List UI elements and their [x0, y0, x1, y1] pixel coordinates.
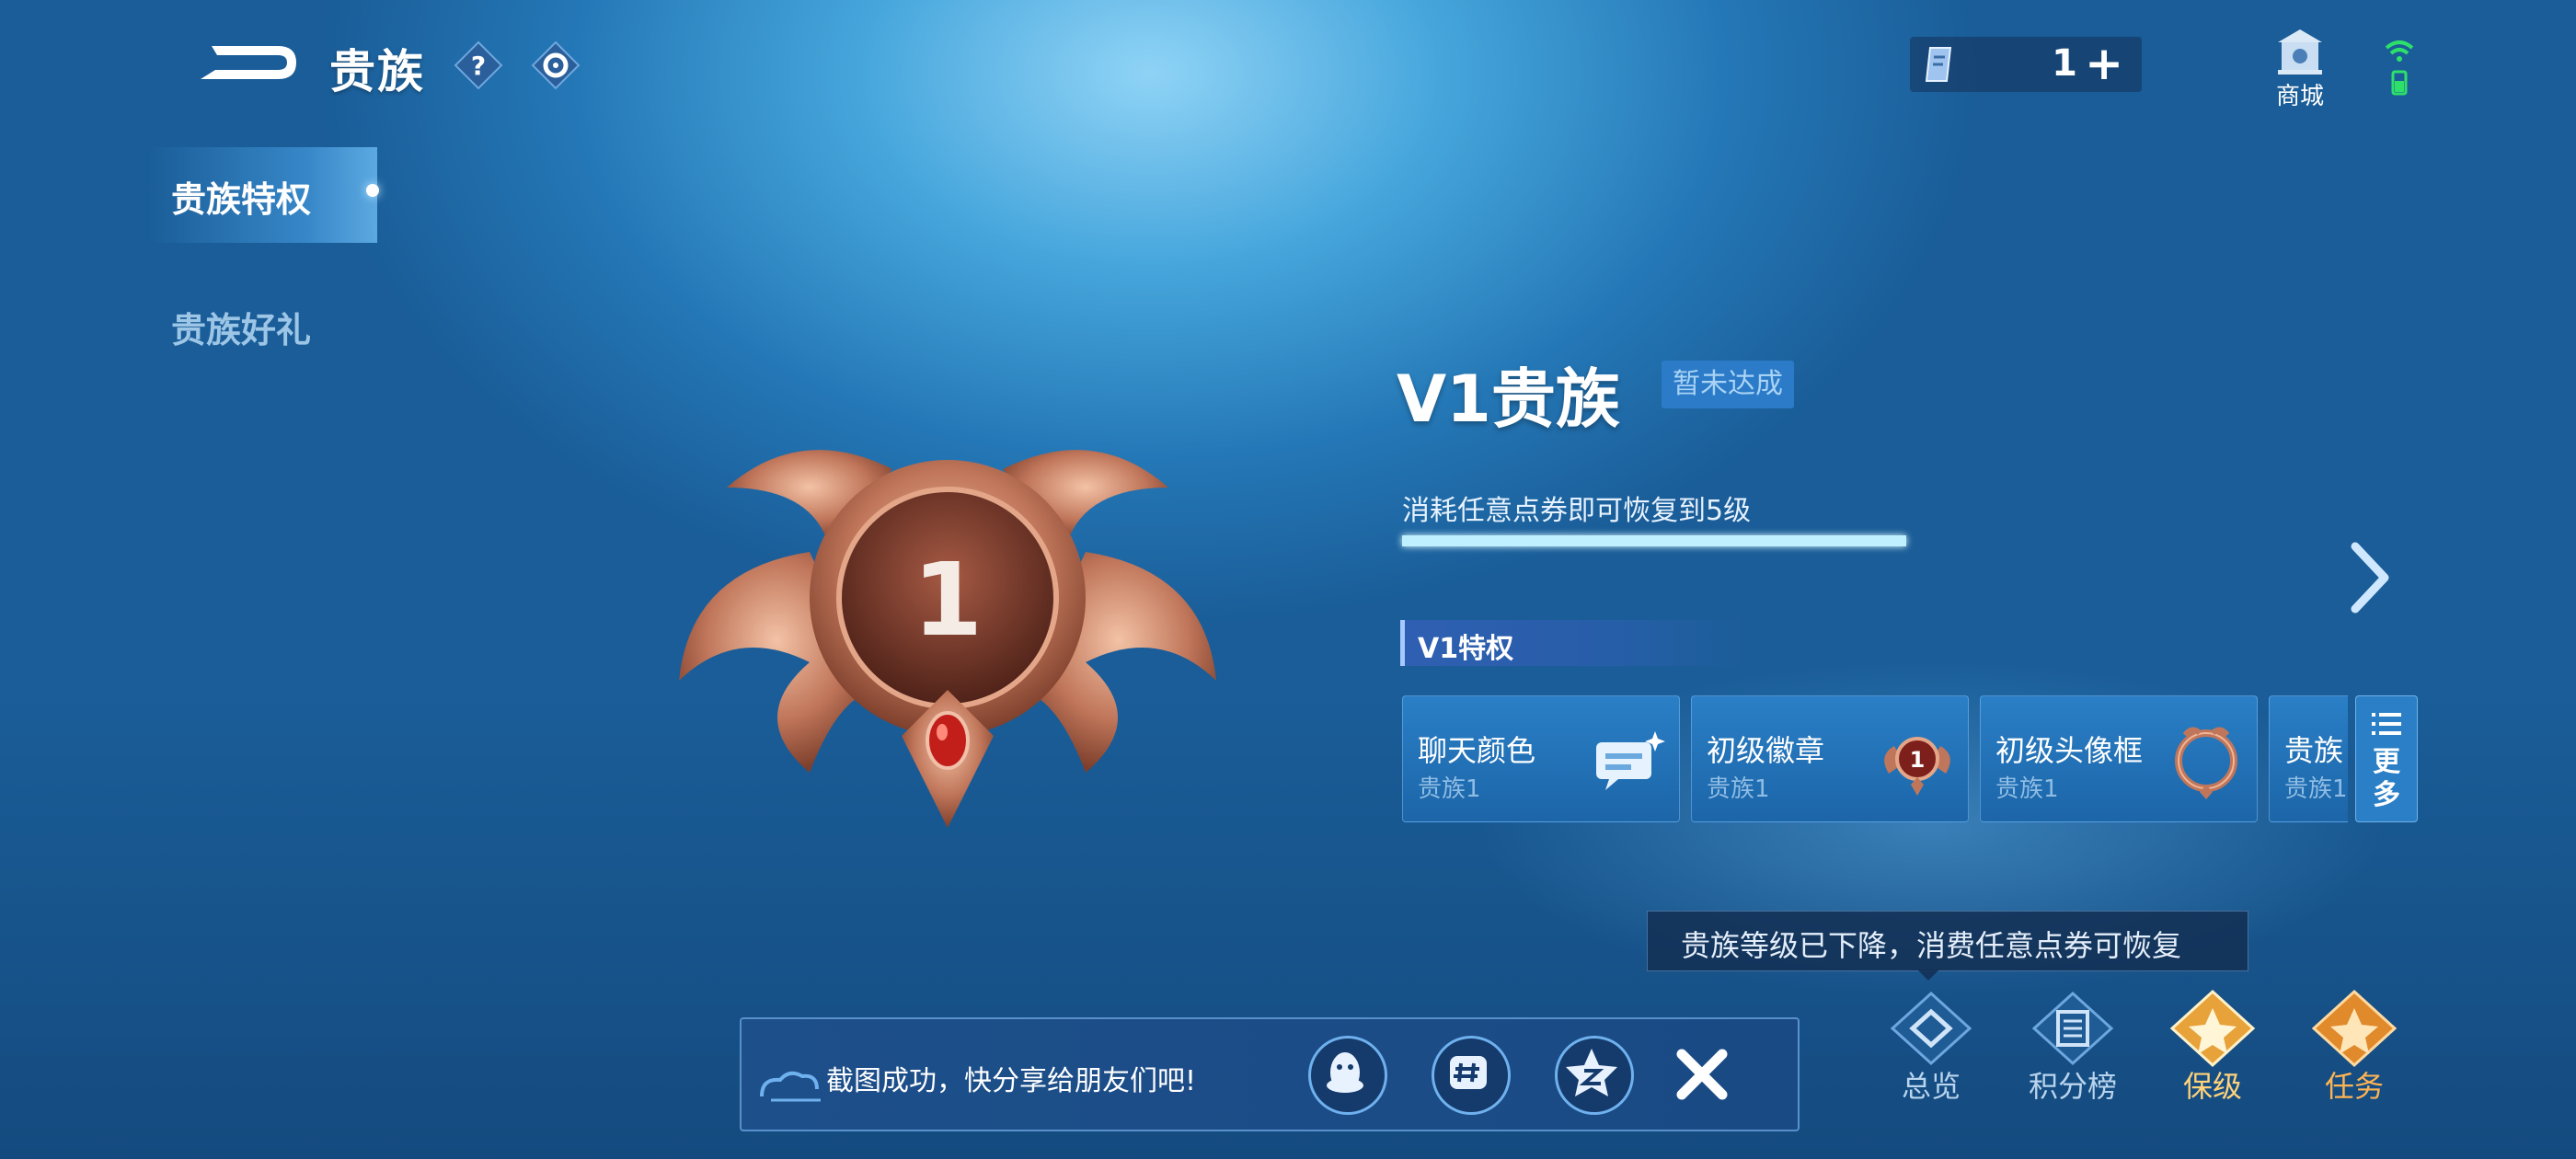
card-subtitle: 贵族1: [1995, 775, 2059, 803]
qq-icon: [1327, 1052, 1363, 1093]
cloud-swirl-icon: [760, 1071, 821, 1102]
voucher-counter: 1 +: [1910, 37, 2142, 92]
overview-icon: [1890, 991, 1972, 1066]
chevron-right-icon: [2351, 542, 2389, 614]
privileges-header-label: V1特权: [1418, 633, 1514, 665]
privileges-header: V1特权: [1400, 620, 1754, 666]
keep-level-icon: [2169, 989, 2256, 1068]
tooltip-tail: [1917, 970, 1939, 981]
background: [0, 0, 2576, 1159]
card-subtitle: 贵族1: [1418, 775, 1481, 803]
qzone-icon: [1566, 1049, 1617, 1096]
restore-hint: 消耗任意点券即可恢复到5级: [1402, 495, 1752, 527]
noble-level-badge: 1: [672, 386, 1224, 846]
voucher-icon: [1925, 47, 1952, 82]
wifi-battery-icon: [2385, 40, 2414, 96]
settings-button[interactable]: [531, 40, 581, 90]
shop-icon: [2278, 29, 2322, 75]
level-progress-fill: [1402, 535, 1906, 546]
share-qzone-button[interactable]: [1555, 1036, 1634, 1115]
add-voucher-button[interactable]: +: [2085, 40, 2123, 86]
status-badge: 暂未达成: [1662, 361, 1794, 408]
voucher-count: 1: [2052, 42, 2077, 85]
tab-label: 总览: [1901, 1069, 1961, 1104]
sidebar-item-privileges[interactable]: 贵族特权: [171, 171, 311, 222]
privilege-card-noble[interactable]: 贵族 贵族1: [2269, 695, 2348, 822]
card-title: 初级徽章: [1707, 733, 1825, 768]
wechat-moments-icon: [1450, 1056, 1487, 1089]
help-icon: ?: [454, 40, 503, 90]
page-title: 贵族: [329, 45, 425, 98]
network-status: [2381, 35, 2418, 98]
shop-button[interactable]: 商城: [2263, 26, 2337, 110]
share-qq-button[interactable]: [1308, 1036, 1387, 1115]
card-title: 贵族: [2284, 733, 2344, 768]
gear-icon: [531, 40, 581, 90]
tab-label: 积分榜: [2028, 1069, 2117, 1104]
leaderboard-icon: [2031, 991, 2114, 1066]
back-button[interactable]: [193, 33, 304, 92]
sidebar-item-gifts[interactable]: 贵族好礼: [171, 302, 311, 352]
list-icon: [2372, 713, 2401, 735]
shop-label: 商城: [2275, 83, 2324, 110]
toast-message: 截图成功，快分享给朋友们吧!: [826, 1065, 1197, 1097]
chat-bubble-icon: [1596, 731, 1665, 790]
tab-tasks[interactable]: 任务: [2304, 988, 2405, 1104]
tab-label: 保级: [2182, 1069, 2242, 1104]
task-icon: [2311, 989, 2398, 1068]
share-moments-button[interactable]: [1432, 1036, 1511, 1115]
tooltip-text: 贵族等级已下降，消费任意点券可恢复: [1681, 928, 2182, 963]
card-title: 初级头像框: [1995, 733, 2144, 768]
tab-overview[interactable]: 总览: [1880, 988, 1982, 1104]
level-title: V1贵族: [1397, 361, 1620, 437]
back-arrow-icon: [201, 46, 296, 79]
tab-leaderboard[interactable]: 积分榜: [2022, 988, 2123, 1104]
privilege-card-badge[interactable]: 初级徽章 贵族1 1: [1691, 695, 1969, 822]
avatar-frame-icon: [2175, 727, 2237, 799]
more-privileges-button[interactable]: 更多: [2355, 695, 2418, 822]
privilege-card-chat-color[interactable]: 聊天颜色 贵族1: [1402, 695, 1680, 822]
privilege-cards: 聊天颜色 贵族1 初级徽章 贵族1 1 初级头像框 贵族1 贵族 贵族1: [1402, 695, 2348, 822]
screenshot-share-toast: 截图成功，快分享给朋友们吧!: [740, 1017, 1800, 1131]
svg-text:?: ?: [471, 51, 486, 81]
badge-icon: 1: [1884, 737, 1950, 796]
active-indicator-dot: [366, 184, 379, 197]
badge-number: 1: [913, 541, 983, 659]
next-level-button[interactable]: [2344, 541, 2399, 614]
card-title: 聊天颜色: [1418, 733, 1536, 768]
close-icon: [1676, 1049, 1728, 1100]
card-subtitle: 贵族1: [1707, 775, 1770, 803]
level-drop-tooltip: 贵族等级已下降，消费任意点券可恢复: [1647, 911, 2248, 971]
help-button[interactable]: ?: [454, 40, 503, 90]
tab-label: 任务: [2324, 1069, 2384, 1104]
card-subtitle: 贵族1: [2284, 775, 2348, 803]
more-label: 更多: [2373, 746, 2400, 811]
tab-keep-level[interactable]: 保级: [2162, 988, 2263, 1104]
privilege-card-avatar-frame[interactable]: 初级头像框 贵族1: [1980, 695, 2258, 822]
svg-text:1: 1: [1910, 747, 1926, 773]
level-progress-bar: [1402, 535, 1906, 546]
close-toast-button[interactable]: [1669, 1041, 1735, 1107]
